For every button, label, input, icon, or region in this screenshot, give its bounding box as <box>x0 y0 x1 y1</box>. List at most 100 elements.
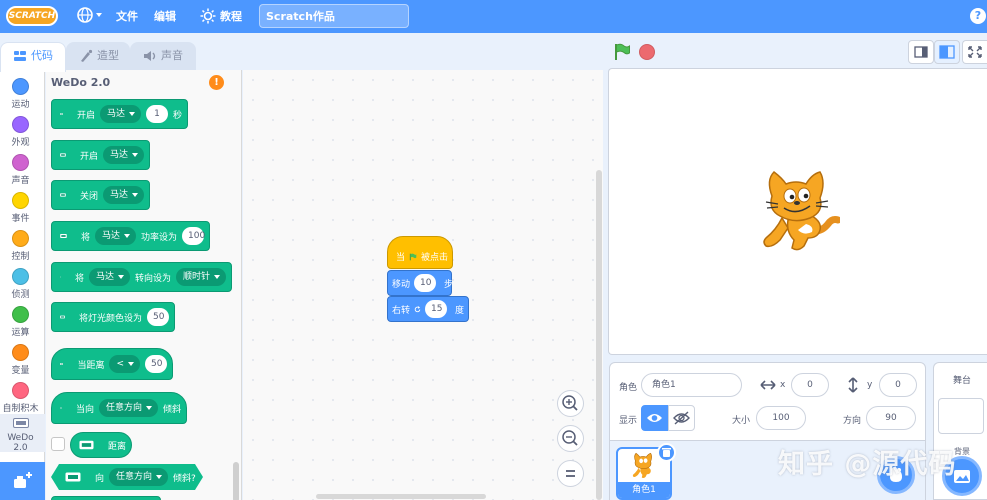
stop-icon[interactable] <box>639 44 655 60</box>
color-input[interactable]: 50 <box>147 308 169 326</box>
menu-edit[interactable]: 编辑 <box>154 0 176 33</box>
block-turn-right[interactable]: 右转 15 度 <box>387 296 469 322</box>
size-input[interactable]: 100 <box>756 406 806 430</box>
direction-dropdown[interactable]: 顺时针 <box>175 268 226 286</box>
block-text: 将 <box>80 232 90 243</box>
hide-sprite-button[interactable] <box>668 405 695 431</box>
category-operators[interactable]: 运算 <box>0 302 45 340</box>
operator-dropdown[interactable]: < <box>109 355 140 373</box>
workspace-vertical-scrollbar[interactable] <box>596 170 602 500</box>
language-button[interactable] <box>76 6 104 26</box>
menu-tutorials[interactable]: 教程 <box>220 0 242 33</box>
tutorial-icon[interactable] <box>200 8 216 24</box>
add-extension-button[interactable] <box>0 462 45 500</box>
tilt-direction-dropdown[interactable]: 任意方向 <box>98 399 158 417</box>
power-input[interactable]: 100 <box>182 227 205 245</box>
block-when-distance[interactable]: 当距离 < 50 <box>51 348 173 380</box>
category-control[interactable]: 控制 <box>0 226 45 264</box>
block-motor-off[interactable]: 关闭 马达 <box>51 180 150 210</box>
code-icon <box>14 51 26 61</box>
tab-code[interactable]: 代码 <box>0 42 66 72</box>
project-title-input[interactable] <box>259 4 409 28</box>
y-input[interactable]: 0 <box>879 373 917 397</box>
category-motion-dot <box>12 78 29 95</box>
category-wedo[interactable]: WeDo 2.0 <box>0 414 45 453</box>
block-motor-on[interactable]: 开启 马达 <box>51 140 150 170</box>
category-my-blocks-label: 自制积木 <box>2 404 39 414</box>
scratch-logo[interactable]: SCRATCH <box>6 6 58 26</box>
category-variables[interactable]: 变量 <box>0 340 45 378</box>
tab-costumes-label: 造型 <box>97 49 119 62</box>
sprite-name-input[interactable]: 角色1 <box>641 373 742 397</box>
zoom-in-icon[interactable] <box>557 390 584 417</box>
rotate-right-icon <box>414 306 421 313</box>
tilt-direction-dropdown[interactable]: 任意方向 <box>109 468 168 486</box>
block-move-steps[interactable]: 移动 10 步 <box>387 270 454 296</box>
block-light-color[interactable]: 将灯光颜色设为 50 <box>51 302 175 332</box>
direction-input[interactable]: 90 <box>866 406 916 430</box>
tab-costumes[interactable]: 造型 <box>66 42 130 70</box>
palette-scrollbar[interactable] <box>233 462 239 500</box>
warning-icon[interactable]: ! <box>209 75 224 90</box>
wedo-icon <box>60 113 63 115</box>
steps-input[interactable]: 10 <box>414 274 437 292</box>
workspace-horizontal-scrollbar[interactable] <box>316 494 486 499</box>
block-text: 当向 <box>75 404 94 415</box>
motor-dropdown[interactable]: 马达 <box>88 268 130 286</box>
block-tilted[interactable]: 向 任意方向 倾斜? <box>51 464 203 490</box>
motor-dropdown[interactable]: 马达 <box>102 186 144 204</box>
block-when-flag-clicked[interactable]: 当 被点击 <box>387 236 453 269</box>
block-text: 步 <box>444 279 454 290</box>
show-label: 显示 <box>619 416 638 426</box>
wedo-icon <box>65 472 81 482</box>
tab-sounds[interactable]: 声音 <box>130 42 196 70</box>
watermark: 知乎 @源代码 <box>778 449 957 480</box>
motor-dropdown[interactable]: 马达 <box>94 227 136 245</box>
x-input[interactable]: 0 <box>791 373 829 397</box>
category-my-blocks-dot <box>12 382 29 399</box>
small-stage-button[interactable] <box>908 40 934 64</box>
fullscreen-button[interactable] <box>962 40 987 64</box>
block-motor-power[interactable]: 将 马达 功率设为 100 <box>51 221 210 251</box>
category-sensing[interactable]: 侦测 <box>0 264 45 302</box>
eye-off-icon <box>673 411 690 425</box>
menu-file[interactable]: 文件 <box>116 0 138 33</box>
category-sound[interactable]: 声音 <box>0 150 45 188</box>
category-events-dot <box>12 192 29 209</box>
show-sprite-button[interactable] <box>641 405 668 431</box>
zoom-out-icon[interactable] <box>557 425 584 452</box>
zoom-reset-icon[interactable] <box>557 460 584 487</box>
category-motion[interactable]: 运动 <box>0 74 45 112</box>
distance-input[interactable]: 50 <box>145 355 167 373</box>
motor-dropdown[interactable]: 马达 <box>102 146 144 164</box>
category-motion-label: 运动 <box>11 100 30 110</box>
seconds-input[interactable]: 1 <box>145 105 168 123</box>
category-menu: 运动 外观 声音 事件 控制 侦测 运算 变量 自制积木 WeDo 2.0 <box>0 70 45 500</box>
block-distance[interactable]: 距离 <box>70 432 132 458</box>
stage-thumbnail[interactable] <box>938 398 984 434</box>
trash-icon[interactable] <box>657 443 676 462</box>
block-motor-direction[interactable]: 将 马达 转向设为 顺时针 <box>51 262 232 292</box>
motor-dropdown[interactable]: 马达 <box>99 105 141 123</box>
block-when-tilted[interactable]: 当向 任意方向 倾斜 <box>51 392 187 424</box>
help-icon[interactable]: ? <box>970 8 986 24</box>
tab-sounds-label: 声音 <box>161 49 183 62</box>
add-extension-icon <box>14 472 32 488</box>
script-workspace[interactable]: 当 被点击 移动 10 步 右转 15 度 <box>243 70 603 500</box>
green-flag-icon[interactable] <box>613 43 631 61</box>
wedo-icon <box>60 363 64 365</box>
category-my-blocks[interactable]: 自制积木 <box>0 378 45 416</box>
distance-monitor-checkbox[interactable] <box>51 437 65 451</box>
category-events[interactable]: 事件 <box>0 188 45 226</box>
category-looks-label: 外观 <box>11 138 30 148</box>
category-looks[interactable]: 外观 <box>0 112 45 150</box>
block-text: 倾斜 <box>162 404 181 415</box>
palette-title: WeDo 2.0 <box>51 76 111 89</box>
cat-sprite[interactable] <box>758 168 840 256</box>
block-motor-on-for[interactable]: 开启 马达 1 秒 <box>51 99 188 129</box>
wedo-icon <box>13 418 29 428</box>
category-events-label: 事件 <box>11 214 30 224</box>
block-partial[interactable] <box>51 496 161 500</box>
normal-stage-button[interactable] <box>934 40 960 64</box>
degrees-input[interactable]: 15 <box>424 300 447 318</box>
